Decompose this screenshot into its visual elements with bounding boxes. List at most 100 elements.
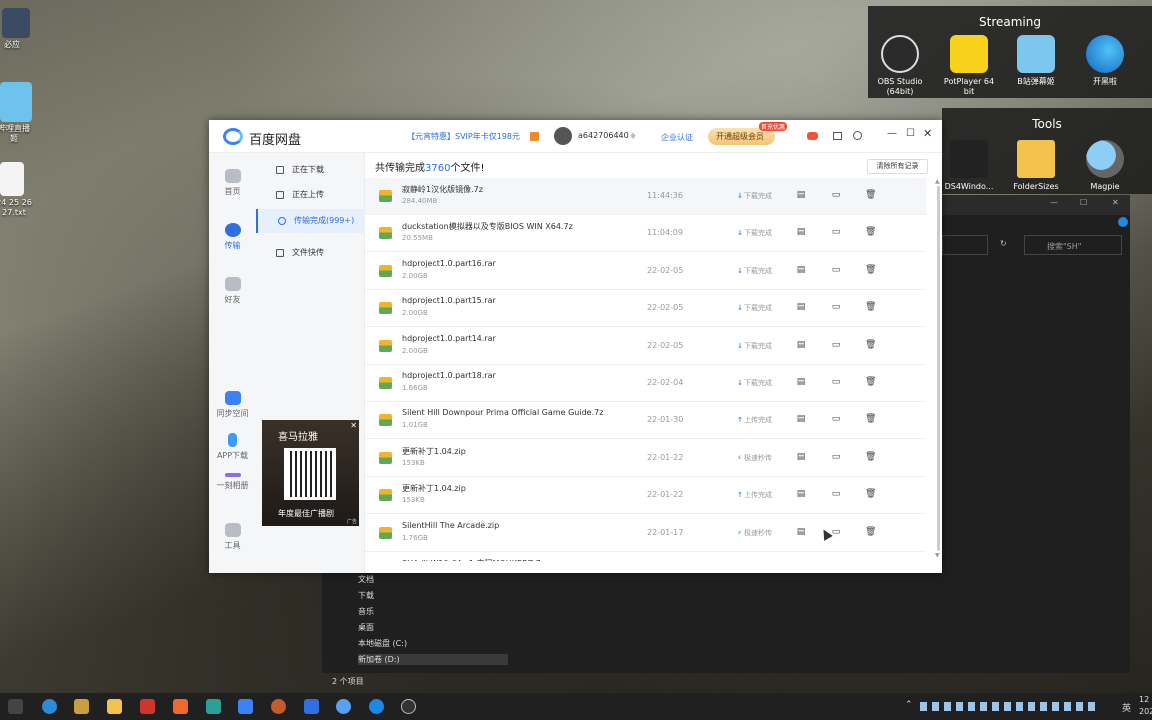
open-folder-icon[interactable]: ▭ <box>831 489 841 499</box>
file-row[interactable]: hdproject1.0.part16.rar 2.00GB 22-02-05 ↓下载… <box>365 253 926 290</box>
open-folder-icon[interactable]: ▭ <box>831 452 841 462</box>
app-taskbar-icon[interactable] <box>304 699 319 714</box>
open-folder-icon[interactable]: ▭ <box>831 190 841 200</box>
file-explorer-taskbar-icon[interactable] <box>107 699 122 714</box>
file-info-icon[interactable]: ▤ <box>796 265 806 275</box>
obs-taskbar-icon[interactable] <box>401 699 416 714</box>
open-folder-icon[interactable]: ▭ <box>831 414 841 424</box>
clock-time[interactable]: 12 <box>1139 695 1149 704</box>
app-taskbar-icon[interactable] <box>271 699 286 714</box>
sidebar-item-friends[interactable]: 好友 <box>209 277 256 305</box>
search-input[interactable]: 搜索"SH" <box>1047 241 1081 252</box>
desktop-icon-bing[interactable]: 必应 <box>0 8 44 50</box>
desktop-icon-bilibili-live[interactable]: 哔哩直播 姬 <box>0 82 46 144</box>
help-icon[interactable] <box>1118 217 1128 227</box>
foldersizes-shortcut[interactable]: FolderSizes <box>1004 140 1068 192</box>
close-icon[interactable]: ✕ <box>1112 198 1119 207</box>
sidebar-item-sync[interactable]: 同步空间 <box>209 391 256 419</box>
open-folder-icon[interactable]: ▭ <box>831 377 841 387</box>
baidu-netdisk-taskbar-icon[interactable] <box>336 699 351 714</box>
magpie-shortcut[interactable]: Magpie <box>1073 140 1137 192</box>
tree-item[interactable]: 本地磁盘 (C:) <box>358 638 407 649</box>
ime-indicator[interactable]: 英 <box>1122 701 1131 714</box>
potplayer-shortcut[interactable]: PotPlayer 64 bit <box>937 35 1001 97</box>
desktop-icon-txt[interactable]: 24 25 26 27.txt <box>0 162 46 218</box>
file-row[interactable]: 寂静岭1汉化版镜像.7z 284.40MB 11:44:36 ↓下载完成 ▤ ▭ 🗑 <box>365 178 926 215</box>
edge-taskbar-icon[interactable] <box>42 699 57 714</box>
ad-close-icon[interactable]: ✕ <box>350 421 357 430</box>
app-taskbar-icon[interactable] <box>369 699 384 714</box>
avatar[interactable] <box>554 127 572 145</box>
scroll-up-icon[interactable]: ▲ <box>935 178 940 185</box>
file-row[interactable]: 更新补丁1.04.zip 153KB 22-01-22 ⚡ 极速秒传 ▤ ▭ 🗑 <box>365 440 926 477</box>
tree-item[interactable]: 桌面 <box>358 622 374 633</box>
file-row[interactable]: SilentHill The Arcade.zip 1.76GB 22-01-17 ⚡… <box>365 515 926 552</box>
ad-banner[interactable]: ✕ 喜马拉雅 年度最佳广播剧 广告 <box>262 420 359 526</box>
bilibili-danmaku-shortcut[interactable]: B站弹幕姬 <box>1004 35 1068 87</box>
app-taskbar-icon[interactable] <box>173 699 188 714</box>
scrollbar-thumb[interactable] <box>937 186 940 551</box>
search-box[interactable]: 搜索"SH" <box>1024 235 1122 255</box>
enterprise-link[interactable]: 企业认证 <box>661 132 693 143</box>
file-info-icon[interactable]: ▤ <box>796 377 806 387</box>
address-bar[interactable] <box>942 235 988 255</box>
file-row[interactable]: duckstation模拟器以及专版BIOS WIN X64.7z 20.55MB… <box>365 215 926 253</box>
delete-icon[interactable]: 🗑 <box>865 414 876 424</box>
ds4windows-shortcut[interactable]: DS4Windo... <box>937 140 1001 192</box>
sidebar-item-album[interactable]: 一刻相册 <box>209 473 256 491</box>
file-row[interactable]: hdproject1.0.part14.rar 2.00GB 22-02-05 ↓下载… <box>365 328 926 365</box>
file-info-icon[interactable]: ▤ <box>796 340 806 350</box>
tree-item[interactable]: 新加卷 (D:) <box>358 654 508 665</box>
delete-icon[interactable]: 🗑 <box>865 489 876 499</box>
delete-icon[interactable]: 🗑 <box>865 190 876 200</box>
delete-icon[interactable]: 🗑 <box>865 527 876 537</box>
delete-icon[interactable]: 🗑 <box>865 227 876 237</box>
file-info-icon[interactable]: ▤ <box>796 414 806 424</box>
sidebar-item-transfer[interactable]: 传输 <box>209 223 256 251</box>
tray-chevron-icon[interactable]: ⌃ <box>905 700 913 710</box>
file-info-icon[interactable]: ▤ <box>796 302 806 312</box>
file-info-icon[interactable]: ▤ <box>796 190 806 200</box>
username[interactable]: a642706440 <box>578 131 629 140</box>
tree-item[interactable]: 下载 <box>358 590 374 601</box>
delete-icon[interactable]: 🗑 <box>865 302 876 312</box>
delete-icon[interactable]: 🗑 <box>865 452 876 462</box>
sidebar-item-tools[interactable]: 工具 <box>209 523 256 551</box>
file-row[interactable]: 更新补丁1.04.zip 153KB 22-01-22 ↑上传完成 ▤ ▭ 🗑 <box>365 477 926 515</box>
tab-uploading[interactable]: 正在上传 <box>256 183 365 207</box>
file-info-icon[interactable]: ▤ <box>796 489 806 499</box>
file-row[interactable]: hdproject1.0.part18.rar 1.66GB 22-02-04 ↓下载… <box>365 365 926 402</box>
delete-icon[interactable]: 🗑 <box>865 377 876 387</box>
wps-taskbar-icon[interactable] <box>140 699 155 714</box>
tab-downloading[interactable]: 正在下载 <box>256 158 365 182</box>
tree-item[interactable]: 音乐 <box>358 606 374 617</box>
app-taskbar-icon[interactable] <box>238 699 253 714</box>
tray-icons[interactable] <box>920 702 1100 711</box>
tab-completed[interactable]: 传输完成(999+) <box>256 209 365 233</box>
settings-icon[interactable] <box>853 131 862 140</box>
gift-icon[interactable] <box>530 132 539 141</box>
file-info-icon[interactable]: ▤ <box>796 452 806 462</box>
sidebar-item-app-download[interactable]: APP下载 <box>209 433 256 461</box>
game-icon[interactable] <box>807 132 818 140</box>
minimize-button[interactable]: — <box>887 128 897 139</box>
maximize-icon[interactable]: ☐ <box>1080 198 1087 207</box>
maximize-button[interactable]: ☐ <box>906 128 915 139</box>
clock-date[interactable]: 202 <box>1139 707 1152 716</box>
task-view-icon[interactable] <box>8 699 23 714</box>
scrollbar[interactable]: ▲ ▼ <box>935 178 942 561</box>
file-row[interactable]: SHAdll W10-64 x1 来阿MOHKEBZ 7z▤▭🗑 <box>365 552 926 561</box>
minimize-icon[interactable]: — <box>1050 198 1058 207</box>
mail-icon[interactable] <box>833 132 842 140</box>
open-folder-icon[interactable]: ▭ <box>831 265 841 275</box>
promo-link[interactable]: 【元宵特惠】SVIP年卡仅198元 <box>407 131 520 142</box>
open-folder-icon[interactable]: ▭ <box>831 340 841 350</box>
app-taskbar-icon[interactable] <box>74 699 89 714</box>
open-folder-icon[interactable]: ▭ <box>831 227 841 237</box>
file-row[interactable]: hdproject1.0.part15.rar 2.00GB 22-02-05 ↓下载… <box>365 290 926 328</box>
delete-icon[interactable]: 🗑 <box>865 340 876 350</box>
file-info-icon[interactable]: ▤ <box>796 227 806 237</box>
delete-icon[interactable]: 🗑 <box>865 265 876 275</box>
file-row[interactable]: Silent Hill Downpour Prima Official Game… <box>365 402 926 440</box>
obs-shortcut[interactable]: OBS Studio (64bit) <box>868 35 932 97</box>
